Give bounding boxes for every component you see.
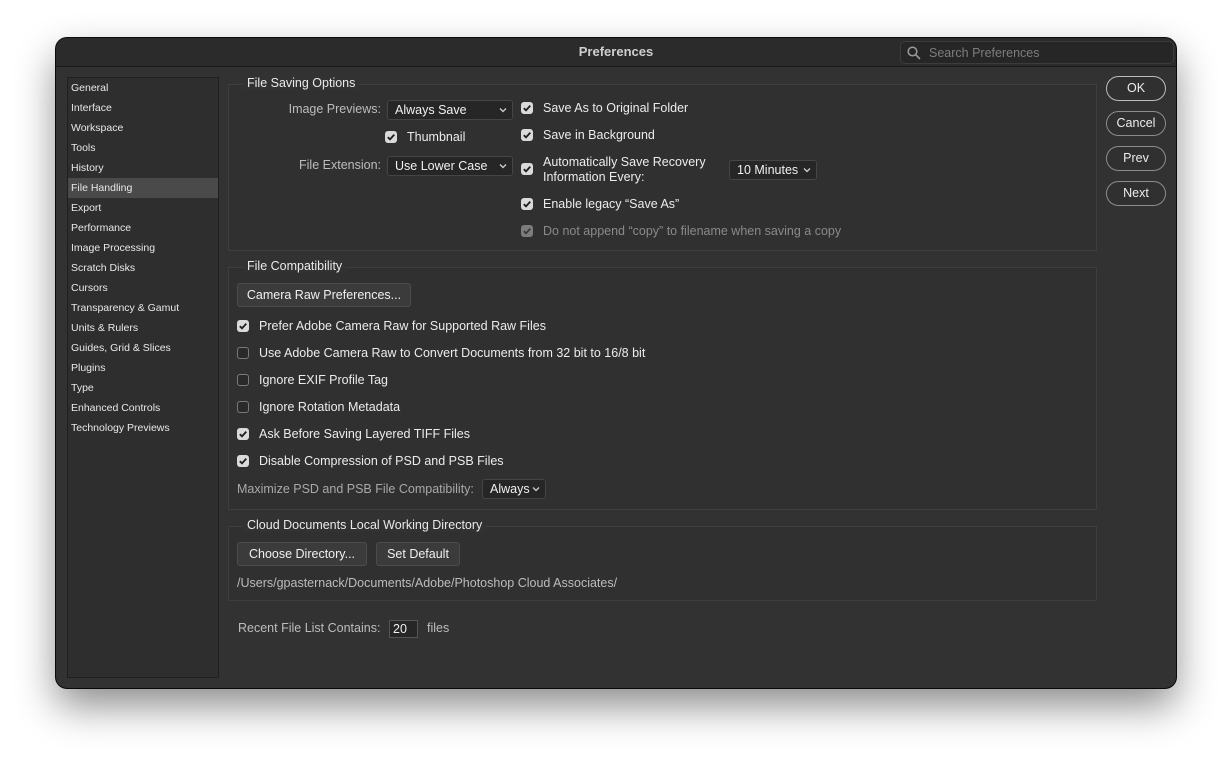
- auto-save-interval-select[interactable]: 10 Minutes: [729, 160, 817, 180]
- sidebar-item-history[interactable]: History: [68, 158, 218, 178]
- ignore-exif-profile-label: Ignore EXIF Profile Tag: [259, 373, 389, 387]
- recent-file-list-suffix: files: [427, 621, 450, 635]
- file-saving-options-title: File Saving Options: [243, 76, 360, 90]
- checkbox-checked-icon: [237, 320, 249, 332]
- auto-save-label-line1: Automatically Save Recovery: [543, 155, 706, 169]
- cloud-directory-path: /Users/gpasternack/Documents/Adobe/Photo…: [237, 576, 618, 590]
- checkbox-checked-icon: [521, 129, 533, 141]
- search-box[interactable]: [900, 41, 1174, 64]
- next-button[interactable]: Next: [1106, 181, 1166, 206]
- preferences-sidebar: General Interface Workspace Tools Histor…: [67, 77, 219, 678]
- checkbox-checked-icon: [521, 198, 533, 210]
- file-extension-label: File Extension:: [299, 158, 381, 172]
- sidebar-item-image-processing[interactable]: Image Processing: [68, 238, 218, 258]
- chevron-down-icon: [532, 487, 540, 492]
- cloud-documents-title: Cloud Documents Local Working Directory: [243, 518, 487, 532]
- sidebar-item-interface[interactable]: Interface: [68, 98, 218, 118]
- sidebar-item-type[interactable]: Type: [68, 378, 218, 398]
- sidebar-item-workspace[interactable]: Workspace: [68, 118, 218, 138]
- enable-legacy-save-as-label: Enable legacy “Save As”: [543, 197, 680, 211]
- file-compatibility-title: File Compatibility: [243, 259, 347, 273]
- save-in-background-label: Save in Background: [543, 128, 655, 142]
- preferences-window: Preferences General Interface Workspace …: [56, 38, 1176, 688]
- sidebar-item-guides-grid-slices[interactable]: Guides, Grid & Slices: [68, 338, 218, 358]
- sidebar-item-tools[interactable]: Tools: [68, 138, 218, 158]
- maximize-compatibility-value: Always: [490, 482, 530, 496]
- file-extension-select[interactable]: Use Lower Case: [387, 156, 513, 176]
- sidebar-item-transparency-gamut[interactable]: Transparency & Gamut: [68, 298, 218, 318]
- image-previews-label: Image Previews:: [288, 102, 381, 116]
- sidebar-item-enhanced-controls[interactable]: Enhanced Controls: [68, 398, 218, 418]
- sidebar-item-file-handling[interactable]: File Handling: [68, 178, 218, 198]
- sidebar-item-general[interactable]: General: [68, 78, 218, 98]
- image-previews-select[interactable]: Always Save: [387, 100, 513, 120]
- sidebar-item-scratch-disks[interactable]: Scratch Disks: [68, 258, 218, 278]
- choose-directory-button[interactable]: Choose Directory...: [237, 542, 367, 566]
- cancel-button[interactable]: Cancel: [1106, 111, 1166, 136]
- sidebar-item-plugins[interactable]: Plugins: [68, 358, 218, 378]
- sidebar-item-export[interactable]: Export: [68, 198, 218, 218]
- set-default-button[interactable]: Set Default: [376, 542, 460, 566]
- checkbox-checked-icon: [237, 455, 249, 467]
- do-not-append-copy-label: Do not append “copy” to filename when sa…: [543, 224, 842, 238]
- checkbox-checked-icon: [237, 428, 249, 440]
- sidebar-item-units-rulers[interactable]: Units & Rulers: [68, 318, 218, 338]
- thumbnail-label: Thumbnail: [407, 130, 466, 144]
- camera-raw-preferences-button[interactable]: Camera Raw Preferences...: [237, 283, 411, 307]
- title-bar: Preferences: [56, 38, 1176, 67]
- prev-button[interactable]: Prev: [1106, 146, 1166, 171]
- ask-before-saving-tiff-label: Ask Before Saving Layered TIFF Files: [259, 427, 470, 441]
- checkbox-unchecked-icon: [237, 347, 249, 359]
- disable-psd-compression-label: Disable Compression of PSD and PSB Files: [259, 454, 504, 468]
- checkbox-unchecked-icon: [237, 374, 249, 386]
- maximize-compatibility-label: Maximize PSD and PSB File Compatibility:: [237, 482, 474, 496]
- ignore-rotation-metadata-label: Ignore Rotation Metadata: [259, 400, 401, 414]
- search-icon: [907, 46, 921, 60]
- chevron-down-icon: [803, 168, 811, 173]
- file-extension-value: Use Lower Case: [395, 159, 488, 173]
- auto-save-interval-value: 10 Minutes: [737, 163, 799, 177]
- prefer-camera-raw-label: Prefer Adobe Camera Raw for Supported Ra…: [259, 319, 546, 333]
- chevron-down-icon: [499, 164, 507, 169]
- chevron-down-icon: [499, 108, 507, 113]
- recent-file-list-label: Recent File List Contains:: [238, 621, 381, 635]
- checkbox-disabled-checked-icon: [521, 225, 533, 237]
- sidebar-item-technology-previews[interactable]: Technology Previews: [68, 418, 218, 438]
- checkbox-checked-icon: [521, 163, 533, 175]
- save-as-original-folder-label: Save As to Original Folder: [543, 101, 689, 115]
- auto-save-label-line2: Information Every:: [543, 170, 645, 184]
- image-previews-value: Always Save: [395, 103, 467, 117]
- checkbox-checked-icon: [521, 102, 533, 114]
- camera-raw-convert-32bit-label: Use Adobe Camera Raw to Convert Document…: [259, 346, 646, 360]
- checkbox-checked-icon: [385, 131, 397, 143]
- sidebar-item-performance[interactable]: Performance: [68, 218, 218, 238]
- sidebar-item-cursors[interactable]: Cursors: [68, 278, 218, 298]
- maximize-compatibility-select[interactable]: Always: [482, 479, 546, 499]
- checkbox-unchecked-icon: [237, 401, 249, 413]
- recent-file-count-field[interactable]: [389, 620, 418, 638]
- ok-button[interactable]: OK: [1106, 76, 1166, 101]
- search-input[interactable]: [927, 43, 1167, 63]
